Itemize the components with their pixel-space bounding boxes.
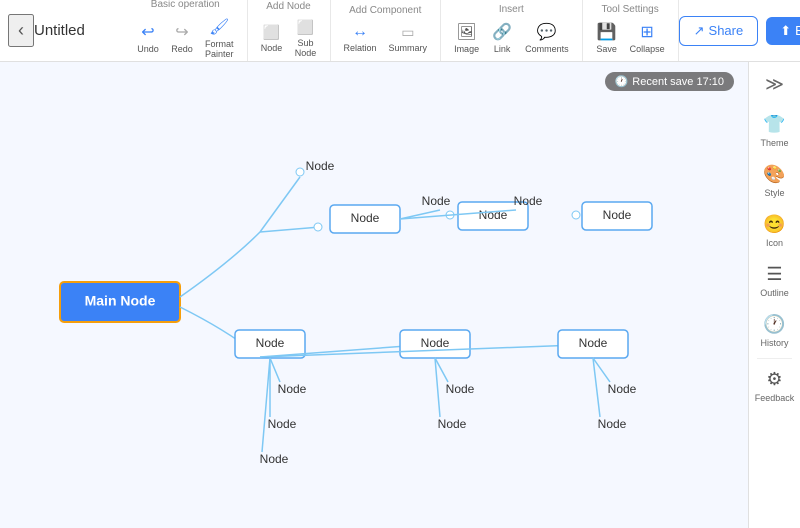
history-icon: 🕐 [763,314,785,335]
section-basic-operation: Basic operation ↩ Undo ↪ Redo 🖌 Format P… [124,0,248,61]
panel-item-icon[interactable]: 😊 Icon [749,206,800,256]
section-label-insert: Insert [499,4,524,15]
share-button[interactable]: ↗ Share [679,16,759,46]
toolbar-right-actions: ↗ Share ⬆ Export [679,16,800,46]
panel-item-theme[interactable]: 👕 Theme [749,106,800,156]
svg-text:Node: Node [603,208,632,222]
panel-item-feedback[interactable]: ⚙ Feedback [749,361,800,411]
collapse-icon: ⊞ [640,22,653,42]
undo-icon: ↩ [141,22,154,42]
panel-item-style[interactable]: 🎨 Style [749,156,800,206]
sub-node-icon: ⬜ [297,19,314,36]
feedback-icon: ⚙ [766,369,782,390]
main-canvas[interactable]: 🕐 Recent save 17:10 .node-box { fill: #f… [0,62,748,528]
section-label-tools: Tool Settings [601,4,658,15]
format-painter-button[interactable]: 🖌 Format Painter [200,14,239,62]
clock-icon: 🕐 [615,75,629,88]
svg-text:Node: Node [421,336,450,350]
sub-node-button[interactable]: ⬜ Sub Node [290,16,322,61]
panel-item-outline[interactable]: ☰ Outline [749,256,800,306]
svg-text:Node: Node [446,382,475,396]
link-button[interactable]: 🔗 Link [486,19,518,57]
outline-icon: ☰ [766,264,782,285]
comments-button[interactable]: 💬 Comments [520,19,574,57]
redo-button[interactable]: ↪ Redo [166,19,198,57]
summary-icon: ▭ [401,24,414,41]
svg-text:Node: Node [351,211,380,225]
format-painter-icon: 🖌 [209,17,229,37]
svg-text:Node: Node [514,194,543,208]
section-label-addnode: Add Node [266,1,310,12]
svg-text:Node: Node [256,336,285,350]
recent-save-badge: 🕐 Recent save 17:10 [605,72,734,91]
svg-text:Node: Node [278,382,307,396]
share-icon: ↗ [694,23,705,39]
svg-text:Node: Node [579,336,608,350]
export-icon: ⬆ [780,23,791,39]
theme-icon: 👕 [763,114,785,135]
svg-text:Node: Node [268,417,297,431]
section-label-addcomp: Add Component [349,5,421,16]
document-title: Untitled [34,22,104,39]
save-icon: 💾 [597,22,617,42]
save-button[interactable]: 💾 Save [591,19,623,57]
svg-text:Node: Node [608,382,637,396]
icon-panel-icon: 😊 [763,214,785,235]
svg-text:Node: Node [438,417,467,431]
svg-text:Node: Node [422,194,451,208]
export-button[interactable]: ⬆ Export [766,17,800,45]
node-button[interactable]: ⬜ Node [256,21,288,56]
toolbar: ‹ Untitled Basic operation ↩ Undo ↪ Redo… [0,0,800,62]
mindmap-diagram[interactable]: .node-box { fill: #fff; stroke: #5aa8f0;… [0,62,748,528]
canvas-area: 🕐 Recent save 17:10 .node-box { fill: #f… [0,62,800,528]
collapse-button[interactable]: ⊞ Collapse [625,19,670,57]
link-icon: 🔗 [492,22,512,42]
svg-text:Node: Node [260,452,289,466]
style-icon: 🎨 [763,164,785,185]
back-button[interactable]: ‹ [8,14,34,47]
relation-button[interactable]: ↔ Relation [339,20,382,56]
section-tool-settings: Tool Settings 💾 Save ⊞ Collapse [583,0,679,61]
svg-text:Node: Node [598,417,627,431]
right-panel: ≫ 👕 Theme 🎨 Style 😊 Icon ☰ Outline 🕐 His… [748,62,800,528]
comments-icon: 💬 [537,22,557,42]
redo-icon: ↪ [175,22,188,42]
panel-item-history[interactable]: 🕐 History [749,306,800,356]
svg-text:Node: Node [306,159,335,173]
panel-collapse-button[interactable]: ≫ [761,70,789,98]
panel-divider [757,358,793,359]
summary-button[interactable]: ▭ Summary [384,21,433,56]
main-node-label: Main Node [85,293,156,309]
section-insert: Insert 🖼 Image 🔗 Link 💬 Comments [441,0,583,61]
section-add-component: Add Component ↔ Relation ▭ Summary [331,0,442,61]
undo-button[interactable]: ↩ Undo [132,19,164,57]
image-icon: 🖼 [456,22,476,42]
node-icon: ⬜ [263,24,280,41]
section-add-node: Add Node ⬜ Node ⬜ Sub Node [248,0,331,61]
image-button[interactable]: 🖼 Image [449,19,484,57]
relation-icon: ↔ [352,23,368,41]
section-label-basic: Basic operation [151,0,220,10]
